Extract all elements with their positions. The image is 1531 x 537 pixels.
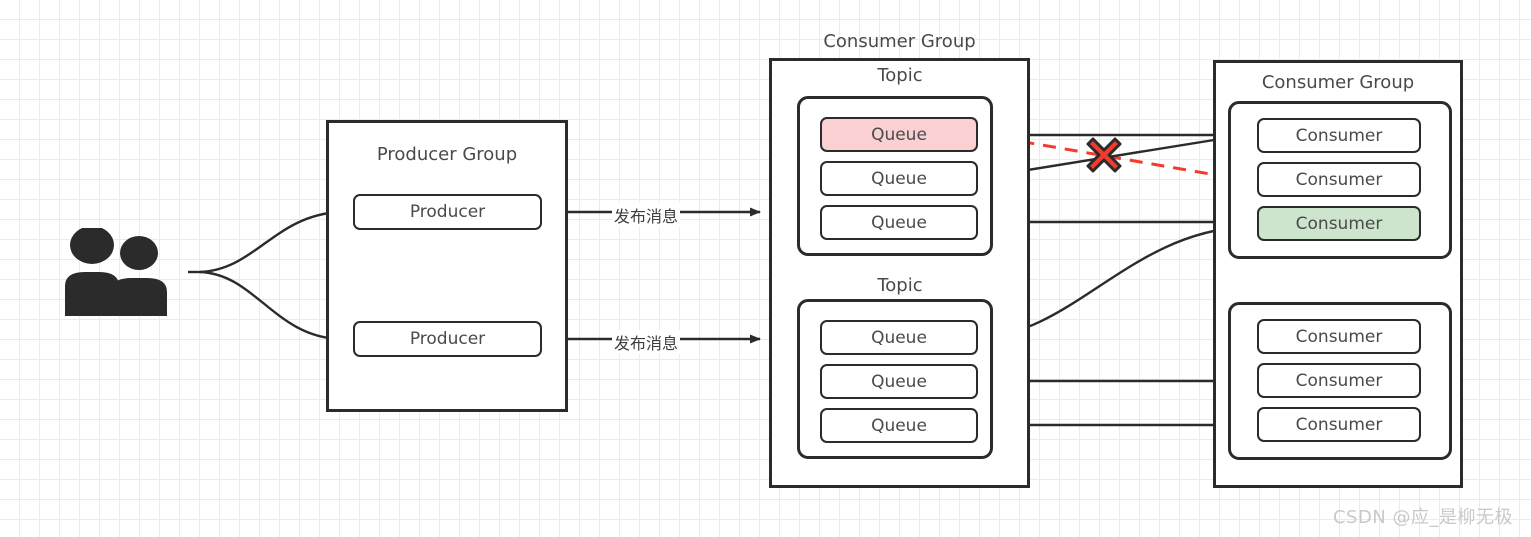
- queue-chip-6-label: Queue: [871, 415, 927, 436]
- broker-title: Consumer Group: [823, 31, 976, 52]
- queue-chip-2[interactable]: Queue: [820, 161, 978, 196]
- consumer-chip-4[interactable]: Consumer: [1257, 319, 1421, 354]
- red-cross-icon: [1086, 137, 1122, 173]
- queue-chip-1[interactable]: Queue: [820, 117, 978, 152]
- edge-users-to-producer-2: [199, 270, 341, 344]
- consumer-chip-6-label: Consumer: [1295, 414, 1383, 435]
- edge-label-publish-2: 发布消息: [612, 330, 681, 354]
- queue-chip-2-label: Queue: [871, 168, 927, 189]
- consumer-chip-2[interactable]: Consumer: [1257, 162, 1421, 197]
- topic-2-title: Topic: [877, 275, 923, 296]
- consumer-chip-5-label: Consumer: [1295, 370, 1383, 391]
- users-icon: [55, 226, 185, 316]
- queue-chip-1-label: Queue: [871, 124, 927, 145]
- producer-chip-1-label: Producer: [409, 202, 486, 222]
- queue-chip-5-label: Queue: [871, 371, 927, 392]
- edge-label-publish-1: 发布消息: [612, 203, 681, 227]
- consumer-chip-4-label: Consumer: [1295, 326, 1383, 347]
- topic-1-title: Topic: [877, 65, 923, 86]
- consumer-chip-3[interactable]: Consumer: [1257, 206, 1421, 241]
- diagram-canvas: Producer Group Producer Producer 发布消息 发布…: [0, 0, 1531, 537]
- producer-chip-2[interactable]: Producer: [353, 321, 542, 357]
- consumer-chip-6[interactable]: Consumer: [1257, 407, 1421, 442]
- queue-chip-4-label: Queue: [871, 327, 927, 348]
- consumer-chip-1[interactable]: Consumer: [1257, 118, 1421, 153]
- edge-users-to-producer-1: [199, 207, 341, 274]
- queue-chip-4[interactable]: Queue: [820, 320, 978, 355]
- producer-chip-2-label: Producer: [409, 329, 486, 349]
- consumer-chip-3-label: Consumer: [1295, 213, 1383, 234]
- consumer-chip-2-label: Consumer: [1295, 169, 1383, 190]
- queue-chip-3-label: Queue: [871, 212, 927, 233]
- consumer-chip-1-label: Consumer: [1295, 125, 1383, 146]
- producer-chip-1[interactable]: Producer: [353, 194, 542, 230]
- queue-chip-6[interactable]: Queue: [820, 408, 978, 443]
- queue-chip-5[interactable]: Queue: [820, 364, 978, 399]
- consumer-group-title: Consumer Group: [1261, 72, 1415, 93]
- producer-group-title: Producer Group: [376, 144, 518, 165]
- queue-chip-3[interactable]: Queue: [820, 205, 978, 240]
- watermark: CSDN @应_是柳无极: [1332, 507, 1513, 528]
- consumer-chip-5[interactable]: Consumer: [1257, 363, 1421, 398]
